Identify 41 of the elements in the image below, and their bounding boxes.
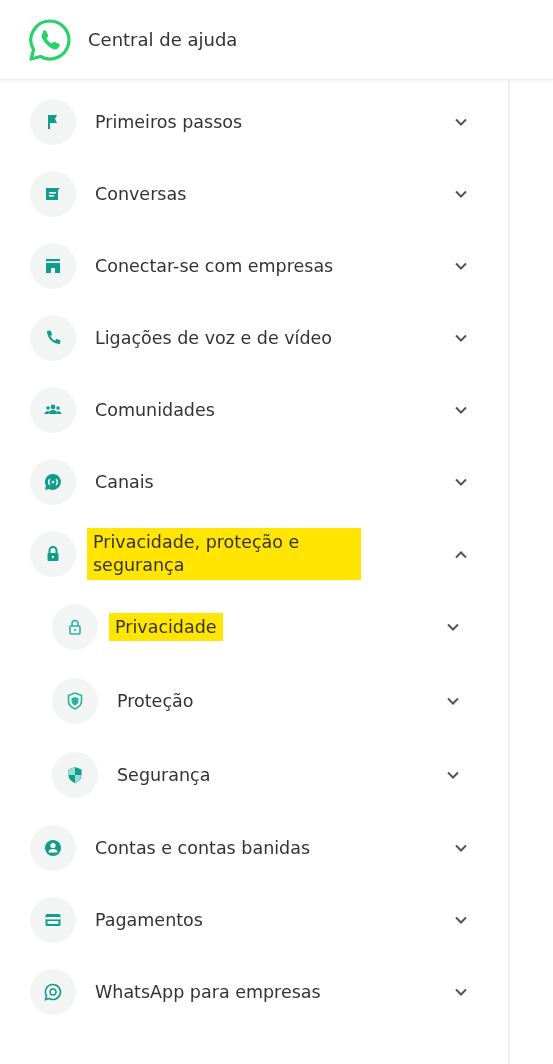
sidebar-subitem-label: Proteção	[117, 689, 195, 713]
sidebar-item[interactable]: Primeiros passos	[0, 86, 508, 158]
header-title: Central de ajuda	[88, 29, 238, 50]
phone-icon	[30, 315, 76, 361]
sidebar-item[interactable]: WhatsApp para empresas	[0, 956, 508, 1028]
chat-bubble-icon	[30, 969, 76, 1015]
sidebar-subitem-label: Privacidade	[109, 612, 223, 642]
shield-icon	[52, 752, 98, 798]
sidebar-item-label: Privacidade, proteção e segurança	[87, 528, 361, 580]
chat-bubble-icon	[30, 459, 76, 505]
person-icon	[30, 825, 76, 871]
sidebar-item[interactable]: Privacidade, proteção e segurança	[0, 518, 508, 590]
sidebar-item[interactable]: Comunidades	[0, 374, 508, 446]
sidebar-item-label: Primeiros passos	[95, 110, 244, 134]
sidebar-subitem[interactable]: Segurança	[0, 738, 508, 812]
sidebar-item[interactable]: Conectar-se com empresas	[0, 230, 508, 302]
store-icon	[30, 243, 76, 289]
sidebar-subitem-label: Segurança	[117, 763, 212, 787]
sidebar-item[interactable]: Ligações de voz e de vídeo	[0, 302, 508, 374]
sidebar-item-label: WhatsApp para empresas	[95, 980, 322, 1004]
card-icon	[30, 897, 76, 943]
sidebar-item-label: Contas e contas banidas	[95, 836, 312, 860]
people-icon	[30, 387, 76, 433]
sidebar-item-label: Canais	[95, 470, 155, 494]
sidebar-item-label: Comunidades	[95, 398, 216, 422]
sidebar-item[interactable]: Contas e contas banidas	[0, 812, 508, 884]
sidebar-item-label: Conversas	[95, 182, 188, 206]
sidebar-subitem[interactable]: Privacidade	[0, 590, 508, 664]
flag-icon	[30, 99, 76, 145]
sidebar-item[interactable]: Pagamentos	[0, 884, 508, 956]
shield-icon	[52, 678, 98, 724]
sidebar-item-label: Conectar-se com empresas	[95, 254, 335, 278]
sidebar-item-label: Ligações de voz e de vídeo	[95, 326, 334, 350]
sidebar-subitem[interactable]: Proteção	[0, 664, 508, 738]
sidebar-item[interactable]: Canais	[0, 446, 508, 518]
sidebar-item-label: Pagamentos	[95, 908, 204, 932]
lock-icon	[30, 531, 76, 577]
chat-icon	[30, 171, 76, 217]
phone-bubble-icon[interactable]	[28, 17, 72, 62]
lock-icon	[52, 604, 98, 650]
sidebar-item[interactable]: Conversas	[0, 158, 508, 230]
